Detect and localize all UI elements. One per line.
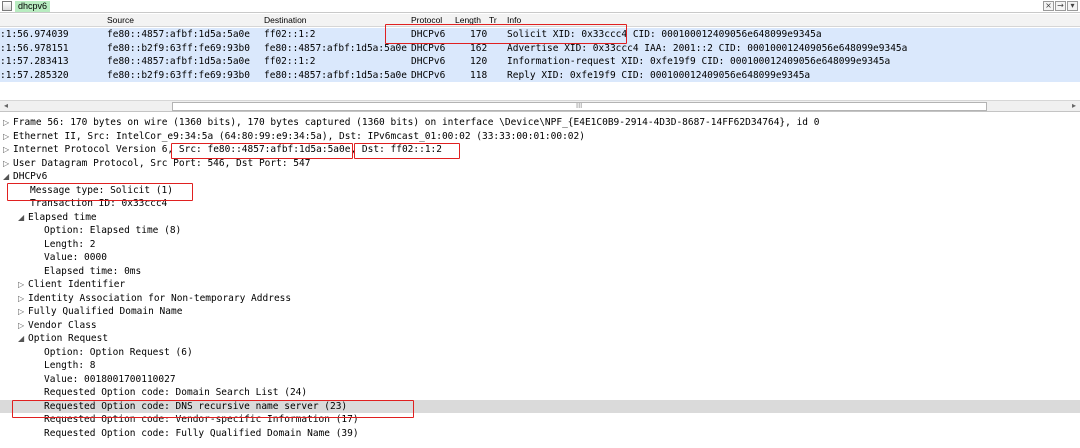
tree-node-dhcpv6[interactable]: ◢ DHCPv6 [0,170,1080,184]
field-elapsed-ms[interactable]: Elapsed time: 0ms [0,265,1080,279]
column-source[interactable]: Source [107,15,134,25]
tree-node-identity-association[interactable]: ▷ Identity Association for Non-temporary … [0,292,1080,306]
filter-dropdown-icon[interactable]: ▾ [1067,1,1078,11]
expanded-arrow-icon[interactable]: ◢ [18,332,28,346]
tree-node-udp[interactable]: ▷ User Datagram Protocol, Src Port: 546, … [0,157,1080,171]
expanded-arrow-icon[interactable]: ◢ [3,170,13,184]
scrollbar-grip-icon: III [576,102,583,110]
packet-row[interactable]: :1:56.978151 fe80::b2f9:63ff:fe69:93b0 f… [0,41,1080,55]
column-tr[interactable]: Tr [489,15,497,25]
column-destination[interactable]: Destination [264,15,307,25]
column-protocol[interactable]: Protocol [411,15,442,25]
ipv6-src: Src: fe80::4857:afbf:1d5a:5a0e [178,144,351,155]
collapsed-arrow-icon[interactable]: ▷ [3,116,13,130]
packet-row[interactable]: :1:57.285320 fe80::b2f9:63ff:fe69:93b0 f… [0,68,1080,82]
tree-node-elapsed-time[interactable]: ◢ Elapsed time [0,211,1080,225]
expanded-arrow-icon[interactable]: ◢ [18,211,28,225]
tree-node-vendor-class[interactable]: ▷ Vendor Class [0,319,1080,333]
scroll-left-icon[interactable]: ◂ [4,101,8,110]
field-elapsed-option[interactable]: Option: Elapsed time (8) [0,224,1080,238]
horizontal-scrollbar[interactable]: ◂ III ▸ [0,100,1080,112]
collapsed-arrow-icon[interactable]: ▷ [18,305,28,319]
collapsed-arrow-icon[interactable]: ▷ [18,278,28,292]
display-filter-bar: dhcpv6 × → ▾ [0,0,1080,13]
field-message-type[interactable]: Message type: Solicit (1) [0,184,1080,198]
display-filter-input[interactable]: dhcpv6 [15,0,51,12]
filter-bookmark-icon[interactable] [2,1,12,11]
field-requested-option-selected[interactable]: Requested Option code: DNS recursive nam… [0,399,1080,413]
packet-details-tree: ▷ Frame 56: 170 bytes on wire (1360 bits)… [0,116,1080,440]
filter-controls: × → ▾ [1043,1,1078,11]
field-or-value[interactable]: Value: 0018001700110027 [0,373,1080,387]
scroll-right-icon[interactable]: ▸ [1072,101,1076,110]
collapsed-arrow-icon[interactable]: ▷ [3,143,13,157]
field-transaction-id[interactable]: Transaction ID: 0x33ccc4 [0,197,1080,211]
packet-row[interactable]: :1:57.283413 fe80::4857:afbf:1d5a:5a0e f… [0,55,1080,69]
field-requested-option[interactable]: Requested Option code: Fully Qualified D… [0,427,1080,441]
column-info[interactable]: Info [507,15,521,25]
tree-node-fqdn[interactable]: ▷ Fully Qualified Domain Name [0,305,1080,319]
field-or-length[interactable]: Length: 8 [0,359,1080,373]
tree-node-option-request[interactable]: ◢ Option Request [0,332,1080,346]
field-elapsed-value[interactable]: Value: 0000 [0,251,1080,265]
tree-node-ipv6[interactable]: ▷ Internet Protocol Version 6, Src: fe80:… [0,143,1080,157]
apply-filter-icon[interactable]: → [1055,1,1066,11]
ipv6-dst: Dst: ff02::1:2 [361,144,442,155]
field-or-option[interactable]: Option: Option Request (6) [0,346,1080,360]
packet-row[interactable]: :1:56.974039 fe80::4857:afbf:1d5a:5a0e f… [0,28,1080,42]
tree-node-client-identifier[interactable]: ▷ Client Identifier [0,278,1080,292]
collapsed-arrow-icon[interactable]: ▷ [3,157,13,171]
field-elapsed-length[interactable]: Length: 2 [0,238,1080,252]
tree-node-frame[interactable]: ▷ Frame 56: 170 bytes on wire (1360 bits)… [0,116,1080,130]
tree-node-ethernet[interactable]: ▷ Ethernet II, Src: IntelCor_e9:34:5a (64… [0,130,1080,144]
field-requested-option[interactable]: Requested Option code: Domain Search Lis… [0,386,1080,400]
clear-filter-icon[interactable]: × [1043,1,1054,11]
column-length[interactable]: Length [455,15,481,25]
collapsed-arrow-icon[interactable]: ▷ [3,130,13,144]
packet-list-header: Source Destination Protocol Length Tr In… [0,14,1080,27]
field-requested-option[interactable]: Requested Option code: Vendor-specific I… [0,413,1080,427]
collapsed-arrow-icon[interactable]: ▷ [18,319,28,333]
collapsed-arrow-icon[interactable]: ▷ [18,292,28,306]
